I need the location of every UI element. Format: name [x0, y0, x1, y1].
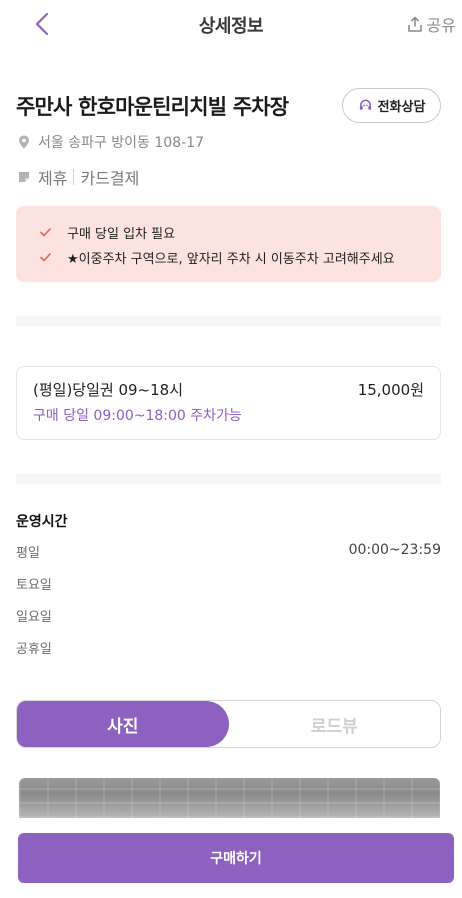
tag-row: 제휴 카드결제: [18, 165, 139, 189]
notice-text: 구매 당일 입차 필요: [67, 227, 176, 242]
share-button[interactable]: 공유: [406, 12, 456, 36]
ticket-description: 구매 당일 09:00~18:00 주차가능: [33, 408, 242, 424]
place-name: 주만사 한호마운틴리치빌 주차장: [16, 95, 289, 119]
ticket-header: (평일)당일권 09~18시 15,000원: [33, 379, 424, 400]
tab-photo[interactable]: 사진: [17, 701, 229, 747]
check-icon: [40, 228, 51, 237]
section-divider: [16, 316, 441, 326]
top-bar: 상세정보 공유: [0, 0, 462, 50]
ticket-card[interactable]: (평일)당일권 09~18시 15,000원 구매 당일 09:00~18:00…: [16, 366, 441, 440]
call-consult-button[interactable]: 전화상담: [342, 88, 441, 123]
page-title: 상세정보: [198, 16, 264, 37]
hours-row-sunday: 일요일: [16, 606, 441, 625]
notice-item: ★이중주차 구역으로, 앞자리 주차 시 이동주차 고려해주세요: [40, 245, 441, 270]
share-icon: [407, 16, 422, 32]
hours-row-holiday: 공휴일: [16, 638, 441, 657]
hours-row-saturday: 토요일: [16, 574, 441, 593]
buy-button[interactable]: 구매하기: [18, 833, 454, 883]
address-row: 서울 송파구 방이동 108-17: [18, 132, 204, 152]
address-text: 서울 송파구 방이동 108-17: [38, 135, 204, 151]
tag-divider: [73, 169, 75, 185]
section-divider: [16, 474, 441, 484]
tag-icon: [19, 172, 29, 182]
tag-partner: 제휴: [38, 169, 68, 188]
media-toggle: 사진 로드뷰: [16, 700, 441, 748]
notice-text: ★이중주차 구역으로, 앞자리 주차 시 이동주차 고려해주세요: [67, 252, 395, 267]
hours-label: 일요일: [16, 610, 52, 625]
parking-photo[interactable]: [19, 778, 440, 818]
share-label: 공유: [426, 16, 456, 35]
tab-roadview[interactable]: 로드뷰: [229, 701, 441, 747]
headset-icon: [359, 99, 371, 110]
ticket-price: 15,000원: [357, 381, 424, 399]
check-icon: [40, 253, 51, 262]
hours-value: 00:00~23:59: [348, 542, 441, 558]
hours-row-weekday: 평일 00:00~23:59: [16, 542, 441, 561]
ticket-name: (평일)당일권 09~18시: [33, 381, 184, 399]
location-pin-icon: [19, 135, 29, 149]
hours-title: 운영시간: [16, 514, 68, 530]
hours-label: 평일: [16, 546, 40, 561]
hours-label: 토요일: [16, 578, 52, 593]
hours-label: 공휴일: [16, 642, 52, 657]
notice-box: 구매 당일 입차 필요 ★이중주차 구역으로, 앞자리 주차 시 이동주차 고려…: [16, 206, 441, 282]
tag-card-payment: 카드결제: [80, 169, 140, 188]
tag-list: 제휴 카드결제: [38, 165, 139, 189]
notice-item: 구매 당일 입차 필요: [40, 220, 441, 245]
call-consult-label: 전화상담: [377, 100, 426, 115]
